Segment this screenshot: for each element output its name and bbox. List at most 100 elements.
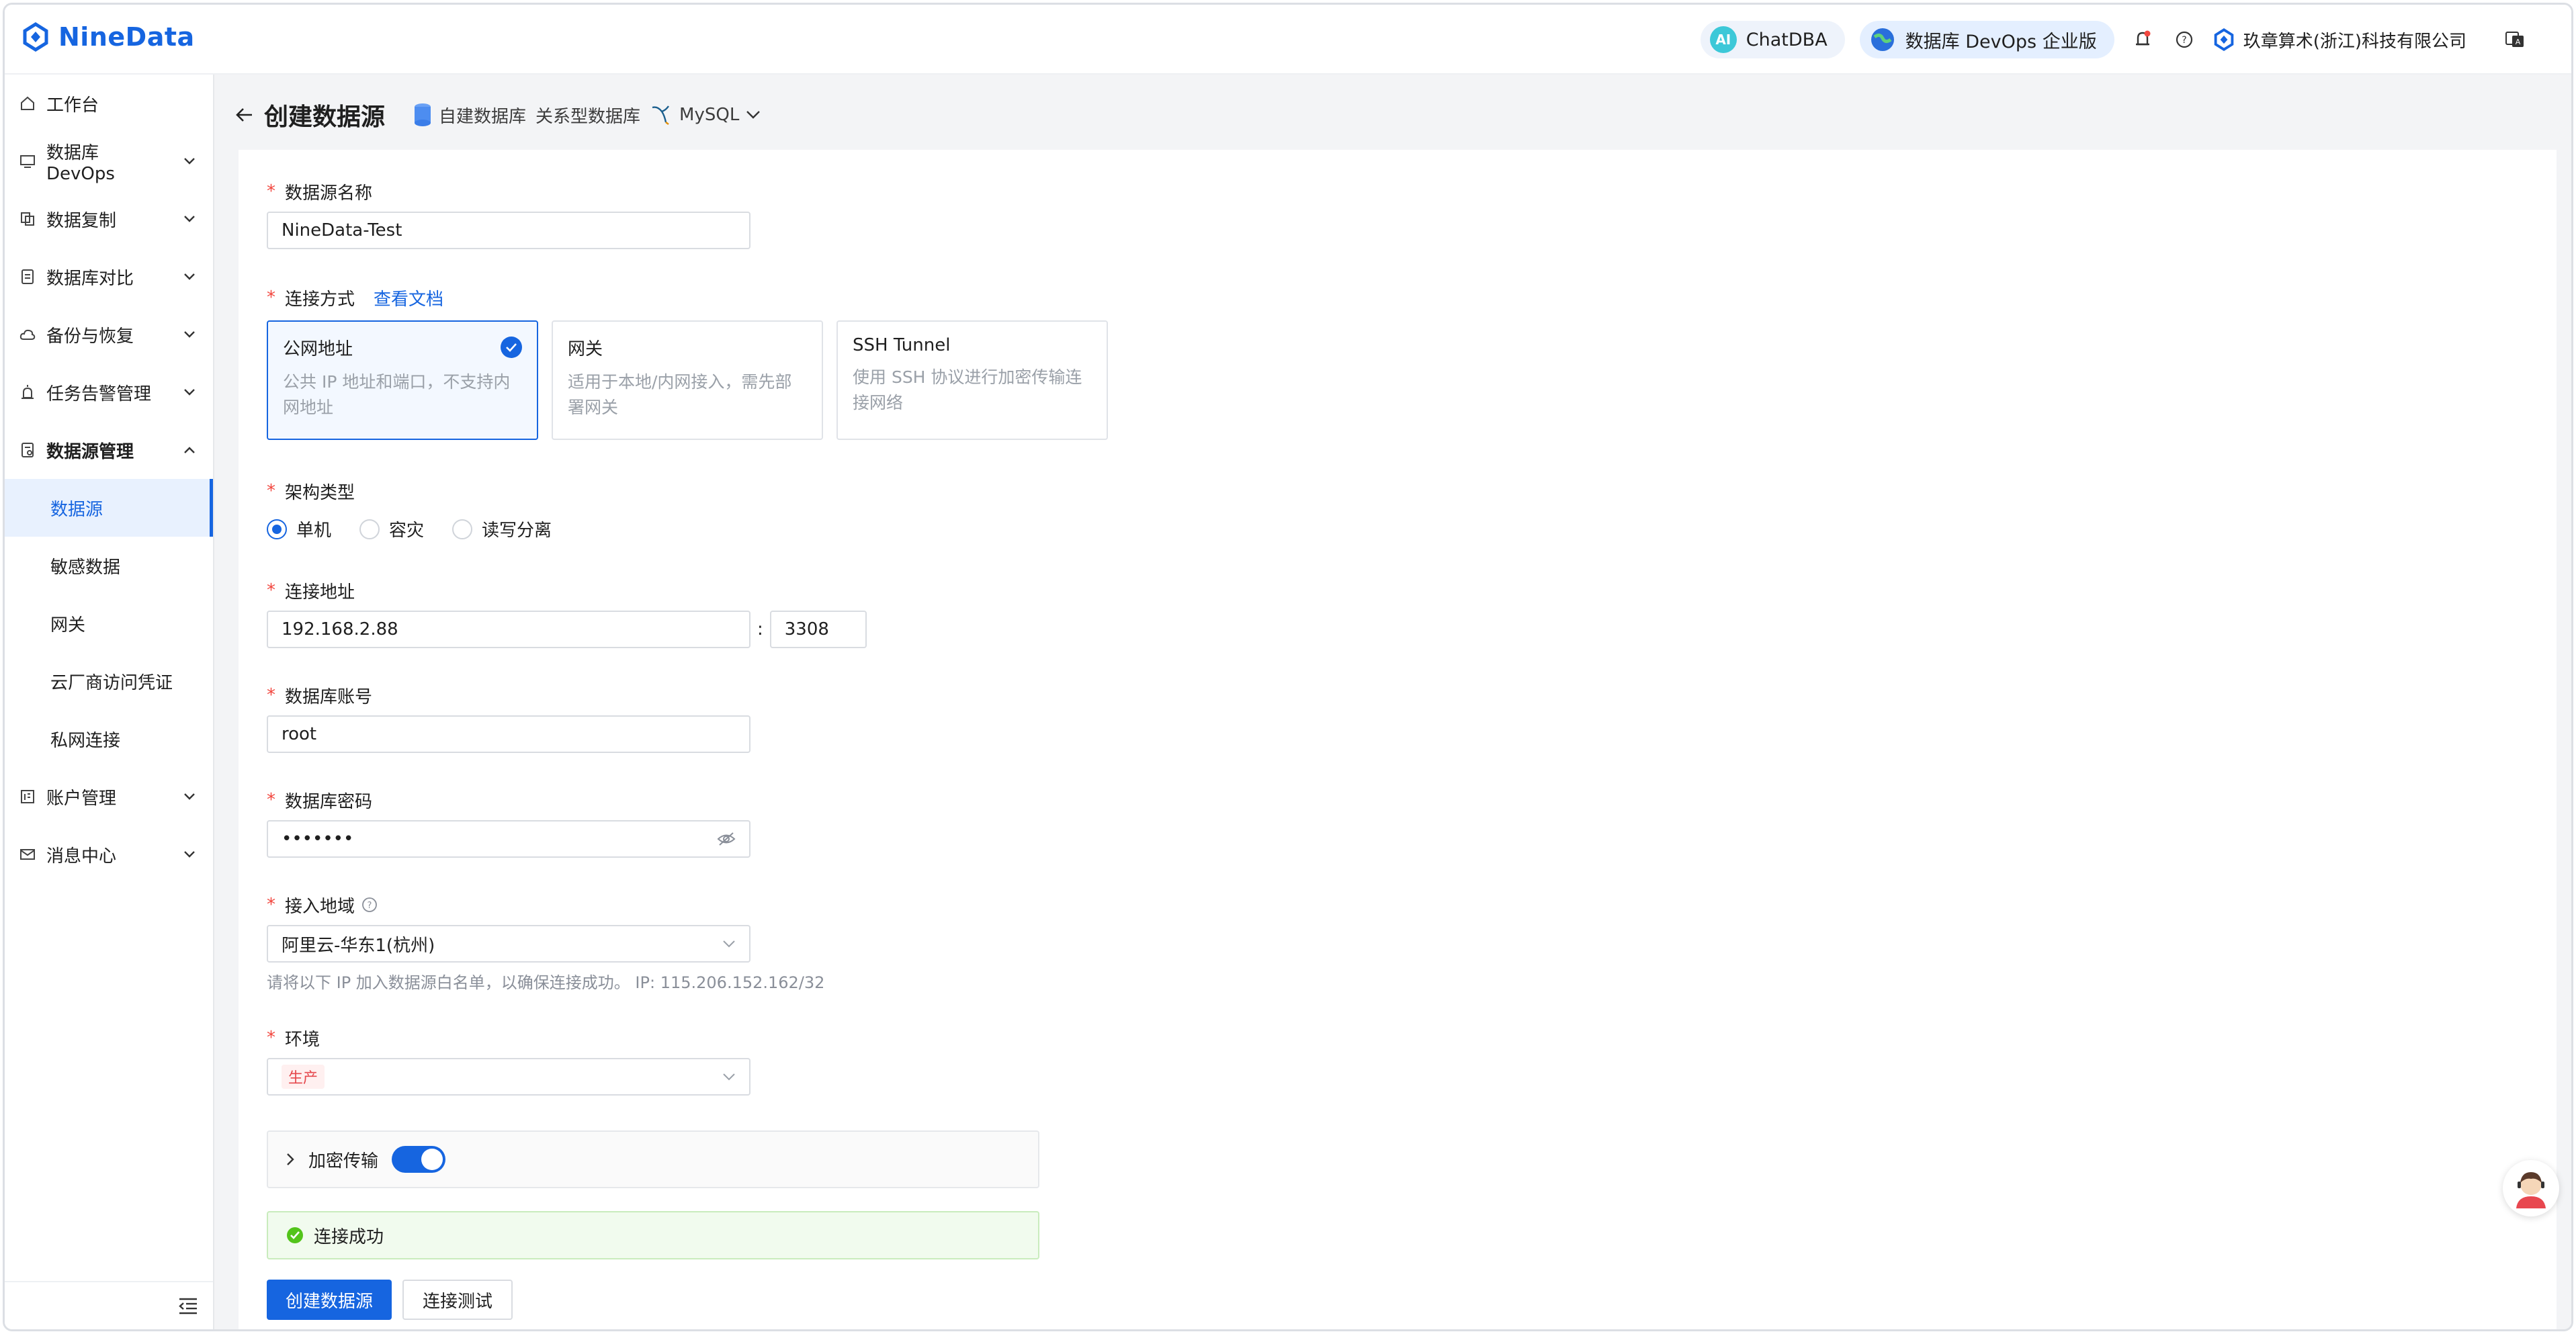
help-icon[interactable]: ? xyxy=(2171,26,2198,53)
svg-text:?: ? xyxy=(368,901,372,911)
datasource-name-input[interactable]: NineData-Test xyxy=(267,212,750,249)
radio-dot xyxy=(359,519,380,539)
chevron-down-icon xyxy=(746,111,761,119)
notification-bell-icon[interactable] xyxy=(2129,26,2156,53)
alarm-icon xyxy=(22,385,34,399)
chevron-right-icon xyxy=(287,1153,294,1165)
region-hint: 请将以下 IP 加入数据源白名单，以确保连接成功。 IP: 115.206.15… xyxy=(267,973,825,992)
sidebar-subitem-private-link[interactable]: 私网连接 xyxy=(5,710,213,768)
back-arrow-icon[interactable] xyxy=(234,105,255,125)
collapse-menu-icon[interactable] xyxy=(178,1297,198,1315)
connection-option-gateway[interactable]: 网关 适用于本地/内网接入，需先部 署网关 xyxy=(552,320,823,440)
account-input[interactable]: root xyxy=(267,715,750,753)
environment-tag: 生产 xyxy=(282,1065,325,1089)
field-architecture: * 架构类型 单机 容灾 读写分离 xyxy=(267,478,552,541)
app-name: NineData xyxy=(58,22,195,52)
encrypt-panel[interactable]: 加密传输 xyxy=(267,1130,1039,1188)
chatdba-button[interactable]: AI ChatDBA xyxy=(1700,21,1845,58)
sidebar: 工作台 数据库 DevOps 数据复制 数据库对比 备份与恢复 任务告警管理 数… xyxy=(5,75,214,1329)
field-datasource-name: * 数据源名称 NineData-Test xyxy=(267,178,750,249)
eye-off-icon[interactable] xyxy=(717,832,736,846)
chevron-down-icon xyxy=(181,384,198,401)
mysql-dolphin-icon xyxy=(652,105,670,125)
crumb-type-label: 关系型数据库 xyxy=(535,106,641,127)
chevron-up-icon xyxy=(181,441,198,459)
port-input[interactable]: 3308 xyxy=(769,611,867,648)
address-separator: : xyxy=(757,619,763,639)
password-input[interactable]: ••••••• xyxy=(267,820,750,858)
copy-icon xyxy=(21,212,34,226)
engine-selector[interactable]: MySQL xyxy=(650,103,761,126)
page-header: 创建数据源 自建数据库 关系型数据库 MySQL xyxy=(234,95,761,135)
radio-disaster-recovery[interactable]: 容灾 xyxy=(359,517,424,541)
sidebar-item-backup[interactable]: 备份与恢复 xyxy=(5,306,213,363)
field-connection-method: * 连接方式 查看文档 公网地址 公共 IP 地址和端口，不支持内 网地址 网关… xyxy=(267,284,1108,440)
field-label: 环境 xyxy=(285,1029,320,1050)
sidebar-item-label: 数据库 DevOps xyxy=(46,142,115,184)
radio-standalone[interactable]: 单机 xyxy=(267,517,331,541)
sidebar-item-compare[interactable]: 数据库对比 xyxy=(5,248,213,306)
field-account: * 数据库账号 root xyxy=(267,682,750,753)
view-docs-link[interactable]: 查看文档 xyxy=(374,285,443,310)
encrypt-toggle[interactable] xyxy=(392,1146,446,1173)
option-title: SSH Tunnel xyxy=(853,335,951,355)
create-datasource-button[interactable]: 创建数据源 xyxy=(267,1280,392,1320)
radio-dot xyxy=(267,519,287,539)
chevron-down-icon xyxy=(723,940,735,948)
field-environment: * 环境 生产 xyxy=(267,1024,750,1096)
globe-icon xyxy=(1871,28,1894,51)
monitor-icon xyxy=(20,155,35,168)
field-label: 连接地址 xyxy=(285,582,355,603)
edition-label: 数据库 DevOps 企业版 xyxy=(1905,31,2097,52)
status-text: 连接成功 xyxy=(314,1227,384,1247)
database-icon xyxy=(415,103,431,126)
sidebar-subitem-cloud-credentials[interactable]: 云厂商访问凭证 xyxy=(5,652,213,710)
radio-dot xyxy=(452,519,473,539)
sidebar-subitem-gateway[interactable]: 网关 xyxy=(5,594,213,652)
encrypt-label: 加密传输 xyxy=(308,1151,379,1171)
breadcrumb-source: 自建数据库 xyxy=(413,103,526,128)
page-title: 创建数据源 xyxy=(264,103,386,131)
field-label: 接入地域 xyxy=(285,896,355,917)
sidebar-item-label: 数据库对比 xyxy=(46,268,134,289)
sidebar-item-account[interactable]: 账户管理 xyxy=(5,768,213,826)
sidebar-item-alarm[interactable]: 任务告警管理 xyxy=(5,363,213,421)
radio-read-write-split[interactable]: 读写分离 xyxy=(452,517,552,541)
sidebar-item-label: 任务告警管理 xyxy=(46,384,152,404)
radio-label: 容灾 xyxy=(389,521,425,541)
sidebar-subitem-datasource[interactable]: 数据源 xyxy=(5,479,213,537)
ai-icon: AI xyxy=(1709,26,1737,53)
chatdba-label: ChatDBA xyxy=(1746,29,1828,50)
sidebar-item-replication[interactable]: 数据复制 xyxy=(5,190,213,248)
connection-option-public[interactable]: 公网地址 公共 IP 地址和端口，不支持内 网地址 xyxy=(267,320,538,440)
company-switcher[interactable]: 玖章算术(浙江)科技有限公司 xyxy=(2213,28,2466,52)
sidebar-subitem-sensitive-data[interactable]: 敏感数据 xyxy=(5,537,213,594)
test-connection-button[interactable]: 连接测试 xyxy=(402,1280,513,1320)
region-select[interactable]: 阿里云-华东1(杭州) xyxy=(267,925,750,963)
sidebar-item-workbench[interactable]: 工作台 xyxy=(5,75,213,132)
datasource-icon xyxy=(22,443,34,457)
sidebar-item-messages[interactable]: 消息中心 xyxy=(5,826,213,883)
mail-icon xyxy=(20,849,35,860)
option-desc: 公共 IP 地址和端口，不支持内 网地址 xyxy=(283,372,511,417)
sidebar-footer xyxy=(5,1281,213,1329)
environment-select[interactable]: 生产 xyxy=(267,1058,750,1096)
sidebar-item-label: 数据复制 xyxy=(46,210,117,231)
help-icon[interactable]: ? xyxy=(361,897,378,913)
sidebar-item-datasource-management[interactable]: 数据源管理 xyxy=(5,421,213,479)
connection-option-ssh-tunnel[interactable]: SSH Tunnel 使用 SSH 协议进行加密传输连 接网络 xyxy=(836,320,1108,440)
sidebar-item-devops[interactable]: 数据库 DevOps xyxy=(5,132,213,190)
logo[interactable]: NineData xyxy=(21,22,195,52)
support-avatar-icon[interactable] xyxy=(2503,1160,2559,1216)
language-switch-icon[interactable]: A xyxy=(2501,26,2528,53)
chevron-down-icon xyxy=(181,846,198,863)
form-actions: 创建数据源 连接测试 xyxy=(267,1280,513,1320)
engine-label: MySQL xyxy=(679,105,740,125)
field-label: 架构类型 xyxy=(285,482,355,503)
account-icon xyxy=(21,790,34,803)
main-content: 创建数据源 自建数据库 关系型数据库 MySQL * 数据源名称 NineDat… xyxy=(214,75,2571,1329)
host-input[interactable]: 192.168.2.88 xyxy=(267,611,750,648)
sidebar-item-label: 消息中心 xyxy=(46,846,117,866)
edition-button[interactable]: 数据库 DevOps 企业版 xyxy=(1859,21,2114,58)
chevron-down-icon xyxy=(181,210,198,228)
